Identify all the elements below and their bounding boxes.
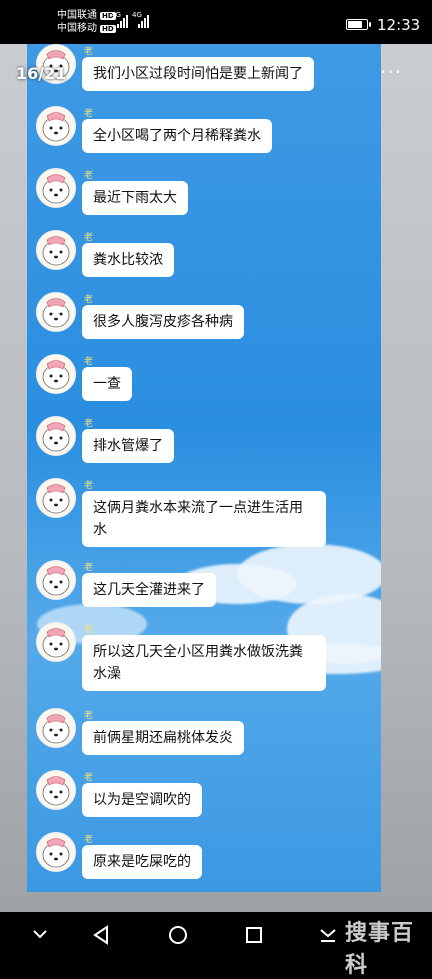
message-bubble: 我们小区过段时间怕是要上新闻了 xyxy=(82,57,314,91)
carrier-info: 中国联通 HD 中国移动 HD xyxy=(57,9,116,35)
watermark-logo: 搜事百科 xyxy=(345,921,415,978)
signal-icon: 4G xyxy=(111,11,128,28)
home-circle-icon[interactable] xyxy=(167,924,189,946)
battery-icon xyxy=(346,19,371,30)
carrier-2: 中国移动 xyxy=(57,23,97,34)
avatar[interactable] xyxy=(36,230,76,270)
avatar[interactable] xyxy=(36,106,76,146)
message-bubble: 一查 xyxy=(82,367,132,401)
avatar[interactable] xyxy=(36,708,76,748)
avatar[interactable] xyxy=(36,416,76,456)
message-bubble: 原来是吃屎吃的 xyxy=(82,845,202,879)
avatar[interactable] xyxy=(36,478,76,518)
avatar[interactable] xyxy=(36,354,76,394)
message-bubble: 这几天全灌进来了 xyxy=(82,573,216,607)
more-options-icon[interactable]: ··· xyxy=(380,60,402,84)
message-bubble: 粪水比较浓 xyxy=(82,243,174,277)
signal-icon: 4G xyxy=(132,11,149,28)
hd-badge: HD xyxy=(100,24,116,33)
message-bubble: 所以这几天全小区用粪水做饭洗粪水澡 xyxy=(82,635,326,691)
message-bubble: 前俩星期还扁桃体发炎 xyxy=(82,721,244,755)
collapse-chevron-icon[interactable] xyxy=(30,924,50,944)
page-counter: 16/21 xyxy=(16,64,67,83)
avatar[interactable] xyxy=(36,770,76,810)
avatar[interactable] xyxy=(36,622,76,662)
status-bar: 中国联通 HD 中国移动 HD 4G 4G 12:33 xyxy=(0,0,432,44)
message-bubble: 以为是空调吹的 xyxy=(82,783,202,817)
carrier-1: 中国联通 xyxy=(57,10,97,21)
message-bubble: 这俩月粪水本来流了一点进生活用水 xyxy=(82,491,326,547)
signal-indicators: 4G 4G xyxy=(111,11,149,28)
avatar[interactable] xyxy=(36,832,76,872)
recents-square-icon[interactable] xyxy=(243,924,265,946)
back-triangle-icon[interactable] xyxy=(90,924,112,946)
hide-navbar-icon[interactable] xyxy=(318,924,338,946)
message-bubble: 最近下雨太大 xyxy=(82,181,188,215)
image-viewer[interactable]: 老徐我们小区过段时间怕是要上新闻了老徐全小区喝了两个月稀释粪水老徐最近下雨太大老… xyxy=(0,44,432,912)
clock: 12:33 xyxy=(377,16,421,34)
message-bubble: 排水管爆了 xyxy=(82,429,174,463)
message-bubble: 很多人腹泻皮疹各种病 xyxy=(82,305,244,339)
chat-screenshot-image: 老徐我们小区过段时间怕是要上新闻了老徐全小区喝了两个月稀释粪水老徐最近下雨太大老… xyxy=(27,44,381,892)
message-bubble: 全小区喝了两个月稀释粪水 xyxy=(82,119,272,153)
avatar[interactable] xyxy=(36,560,76,600)
avatar[interactable] xyxy=(36,168,76,208)
avatar[interactable] xyxy=(36,292,76,332)
